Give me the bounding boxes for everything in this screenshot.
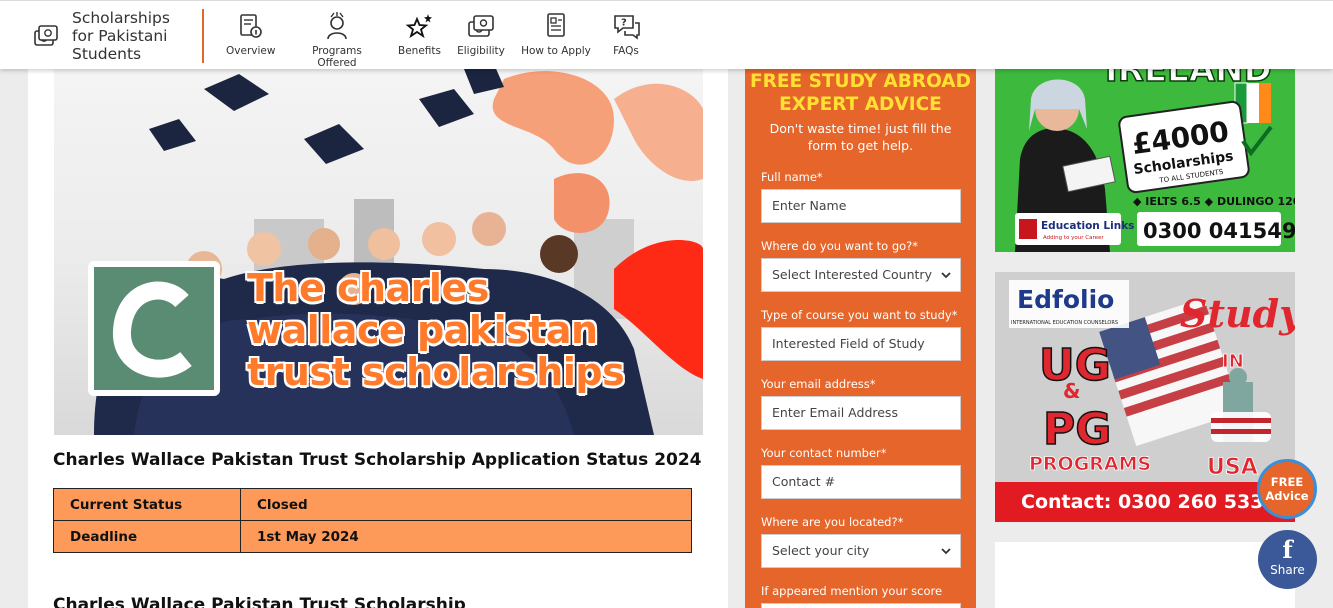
phone-label: Your contact number* [761, 446, 887, 460]
scholarship-logo-icon[interactable] [33, 22, 59, 48]
country-select-value: Select Interested Country [772, 267, 932, 282]
ad-ireland-phone: 0300 0415490 [1143, 219, 1295, 243]
brand-divider [202, 9, 204, 63]
chevron-down-icon [941, 548, 951, 555]
status-heading: Charles Wallace Pakistan Trust Scholarsh… [53, 450, 702, 470]
site-brand[interactable]: Scholarships for Pakistani Students [72, 9, 197, 63]
name-field[interactable]: Enter Name [761, 189, 961, 223]
hero-title-line-1: The charles [247, 266, 489, 310]
share-label: Share [1270, 563, 1305, 577]
ad-ireland-brand: Education Links [1041, 220, 1134, 232]
free-advice-button[interactable]: FREE Advice [1257, 459, 1317, 519]
eligibility-icon [457, 11, 505, 41]
nav-label: Eligibility [457, 45, 505, 57]
nav-label: Programs Offered [312, 45, 362, 69]
ad-ireland-tests: ◆ IELTS 6.5 ◆ DULINGO 120 [1133, 195, 1295, 208]
ad-edfolio-pg: PG [1043, 404, 1111, 455]
article-content: The charles wallace pakistan trust schol… [28, 69, 728, 608]
table-cell-label: Current Status [53, 488, 241, 521]
nav-label: FAQs [613, 45, 639, 57]
programs-icon [292, 11, 382, 41]
benefits-icon [397, 11, 442, 41]
city-label: Where are you located?* [761, 515, 904, 529]
ad-slot-empty [995, 542, 1295, 608]
hero-title: The charles wallace pakistan trust schol… [247, 267, 687, 393]
ad-edfolio-brand: Edfolio [1017, 285, 1114, 314]
hero-image: The charles wallace pakistan trust schol… [54, 69, 703, 435]
ad-edfolio-usa: USA [1207, 455, 1258, 480]
nav-benefits[interactable]: Benefits [397, 11, 442, 57]
nav-overview[interactable]: Overview [226, 11, 276, 57]
chevron-down-icon [941, 272, 951, 279]
table-row: Current Status Closed [53, 488, 692, 521]
city-select-value: Select your city [772, 543, 870, 558]
edfolio-usa-ad[interactable]: Edfolio INTERNATIONAL EDUCATION COUNSELO… [995, 272, 1295, 522]
advice-form: FREE STUDY ABROAD EXPERT ADVICE Don't wa… [745, 69, 976, 608]
nav-label: How to Apply [521, 45, 591, 57]
ad-edfolio-graphic: Edfolio INTERNATIONAL EDUCATION COUNSELO… [995, 272, 1295, 522]
svg-text:?: ? [621, 18, 627, 29]
course-label: Type of course you want to study* [761, 308, 958, 322]
free-advice-line-1: FREE [1270, 475, 1304, 489]
nav-faqs[interactable]: ? FAQs [608, 11, 644, 57]
phone-field[interactable]: Contact # [761, 465, 961, 499]
overview-icon [226, 11, 274, 41]
ad-edfolio-amp: & [1063, 379, 1080, 403]
nav-programs-offered[interactable]: Programs Offered [292, 11, 382, 69]
ireland-scholarship-ad[interactable]: IRELAND £4000 Scholarships TO ALL STUDEN… [995, 69, 1295, 252]
course-field[interactable]: Interested Field of Study [761, 327, 961, 361]
form-subtitle: Don't waste time! just fill the form to … [769, 121, 952, 153]
form-title-line-1: FREE STUDY ABROAD [750, 71, 971, 92]
nav-label: Overview [226, 45, 276, 57]
form-title-line-2: EXPERT ADVICE [779, 94, 942, 115]
name-label: Full name* [761, 170, 823, 184]
apply-icon [520, 11, 592, 41]
ad-edfolio-programs: PROGRAMS [1029, 453, 1151, 475]
hero-title-line-2: wallace pakistan [247, 308, 598, 352]
nav-eligibility[interactable]: Eligibility [457, 11, 505, 57]
faq-icon: ? [608, 11, 644, 41]
table-cell-value: Closed [240, 488, 692, 521]
ad-ireland-brand-tag: Adding to your Career [1043, 235, 1104, 241]
score-label: If appeared mention your score [761, 584, 943, 598]
table-row: Deadline 1st May 2024 [53, 520, 692, 553]
score-field[interactable] [761, 603, 961, 608]
site-header: Scholarships for Pakistani Students Over… [0, 0, 1333, 69]
table-cell-label: Deadline [53, 520, 241, 553]
country-select[interactable]: Select Interested Country [761, 258, 961, 292]
table-cell-value: 1st May 2024 [240, 520, 692, 553]
hero-title-line-3: trust scholarships [247, 350, 625, 394]
facebook-share-button[interactable]: f Share [1258, 530, 1317, 589]
free-advice-line-2: Advice [1265, 489, 1309, 503]
brand-line-1: Scholarships [72, 9, 170, 27]
status-table: Current Status Closed Deadline 1st May 2… [53, 488, 692, 553]
email-label: Your email address* [761, 377, 876, 391]
ad-ireland-graphic: IRELAND £4000 Scholarships TO ALL STUDEN… [1015, 69, 1295, 252]
brand-line-3: Students [72, 45, 142, 63]
section-heading: Charles Wallace Pakistan Trust Scholarsh… [53, 595, 466, 608]
ad-edfolio-brand-sub: INTERNATIONAL EDUCATION COUNSELORS [1011, 320, 1118, 326]
country-label: Where do you want to go?* [761, 239, 919, 253]
ad-edfolio-study: Study [1180, 291, 1295, 336]
nav-label: Benefits [398, 45, 441, 57]
email-field[interactable]: Enter Email Address [761, 396, 961, 430]
form-title: FREE STUDY ABROAD EXPERT ADVICE [745, 70, 976, 116]
ad-edfolio-contact: Contact: 0300 260 5338 [1021, 491, 1277, 513]
facebook-icon: f [1282, 535, 1293, 564]
nav-how-to-apply[interactable]: How to Apply [520, 11, 592, 57]
brand-line-2: for Pakistani [72, 27, 168, 45]
city-select[interactable]: Select your city [761, 534, 961, 568]
